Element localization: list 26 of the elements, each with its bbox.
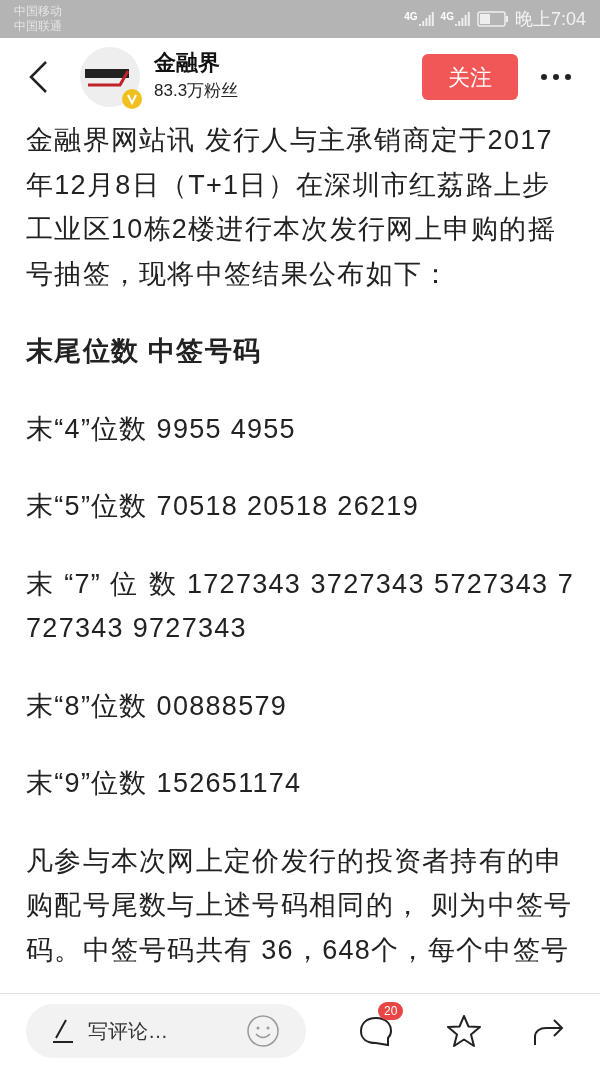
clock: 晚上7:04	[514, 7, 586, 31]
star-icon[interactable]	[446, 1013, 482, 1048]
signal-icon	[418, 12, 435, 26]
network-type: 4G	[404, 12, 418, 22]
follower-count: 83.3万粉丝	[154, 80, 239, 102]
article-paragraph: 金融界网站讯 发行人与主承销商定于2017年12月8日（T+1日）在深圳市红荔路上步工业区10栋2楼进行本次发行网上申购的摇号抽签，现将中签结果公布如下：	[26, 124, 558, 291]
article-paragraph: 末“5”位数 70518 20518 26219	[26, 490, 420, 523]
article-paragraph: 末“4”位数 9955 4955	[26, 412, 297, 446]
back-icon[interactable]	[28, 60, 48, 94]
more-icon[interactable]	[540, 73, 572, 81]
article-paragraph: 末“9”位数 152651174	[26, 767, 303, 800]
network-type: 4G	[440, 12, 454, 22]
avatar-logo-icon	[80, 47, 140, 107]
verified-badge-icon	[122, 89, 142, 109]
article-paragraph: 末 “7” 位 数 1727343 3727343 5727343 7727343 9727343	[26, 567, 574, 645]
signal-icon	[454, 12, 471, 26]
smiley-icon[interactable]	[246, 1013, 280, 1048]
article-paragraph: 末“8”位数 00888579	[26, 689, 289, 723]
comment-placeholder: 写评论…	[88, 1018, 168, 1044]
article-paragraph: 凡参与本次网上定价发行的投资者持有的申购配号尾数与上述号码相同的， 则为中签号码。中签号码共有 36，648个，每个中签号	[26, 844, 574, 967]
section-heading: 末尾位数 中签号码	[26, 335, 263, 368]
battery-icon	[476, 11, 509, 27]
comment-field[interactable]: 写评论…	[26, 1003, 306, 1058]
account-name: 金融界	[154, 49, 221, 77]
pencil-icon	[52, 1017, 74, 1044]
comment-count-badge: 20	[378, 1001, 404, 1020]
